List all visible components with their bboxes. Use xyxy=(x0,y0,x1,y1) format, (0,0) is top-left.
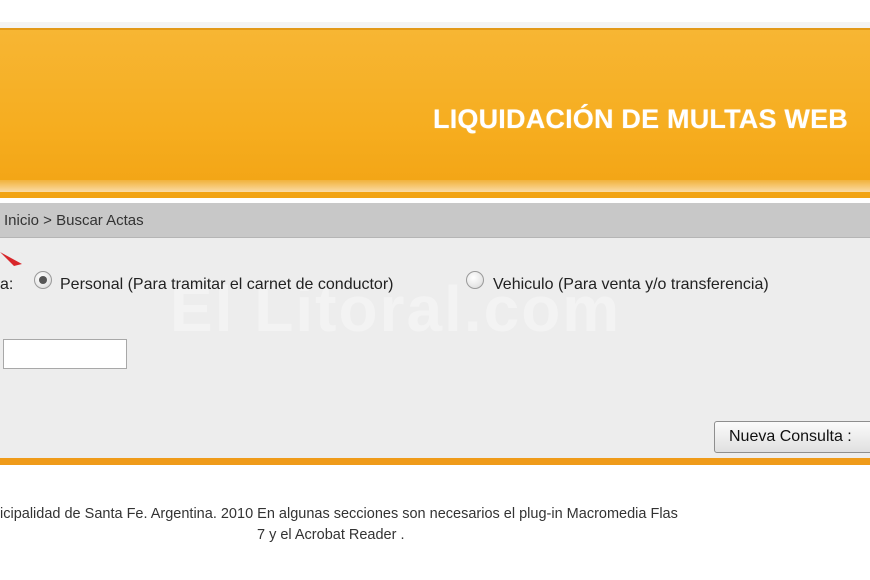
header-banner: LIQUIDACIÓN DE MULTAS WEB xyxy=(0,22,870,198)
breadcrumb-bar: Inicio > Buscar Actas xyxy=(0,203,870,238)
radio-personal-label[interactable]: Personal (Para tramitar el carnet de con… xyxy=(60,276,393,294)
breadcrumb[interactable]: Inicio > Buscar Actas xyxy=(4,212,144,229)
radio-personal[interactable] xyxy=(34,271,52,289)
page-title: LIQUIDACIÓN DE MULTAS WEB xyxy=(433,104,848,134)
red-arrow-icon xyxy=(0,252,22,266)
new-query-button[interactable]: Nueva Consulta : xyxy=(714,421,870,453)
footer-text-line1: icipalidad de Santa Fe. Argentina. 2010 … xyxy=(0,506,678,522)
footer-divider xyxy=(0,458,870,465)
footer-text-line2: 7 y el Acrobat Reader . xyxy=(257,527,405,543)
top-spacer xyxy=(0,0,870,22)
radio-vehiculo-label[interactable]: Vehiculo (Para venta y/o transferencia) xyxy=(493,276,769,294)
search-type-label: a: xyxy=(0,276,14,293)
search-input[interactable] xyxy=(3,339,127,369)
header-bottom-fade xyxy=(0,180,870,192)
radio-vehiculo[interactable] xyxy=(466,271,484,289)
